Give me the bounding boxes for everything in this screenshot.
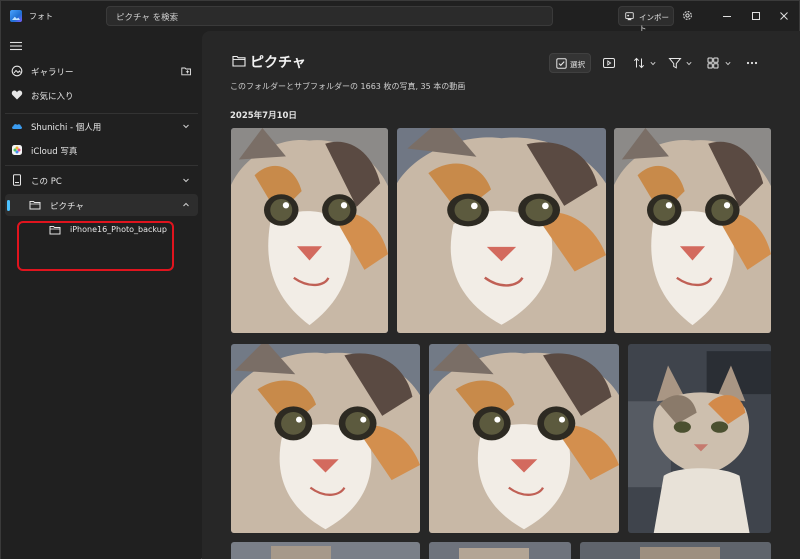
sidebar-item-this-pc[interactable]: この PC — [5, 169, 198, 191]
cat-photo — [231, 344, 420, 533]
sidebar-item-label: ピクチャ — [50, 202, 84, 212]
active-indicator — [7, 200, 10, 211]
hamburger-menu-icon[interactable] — [10, 41, 22, 51]
chevron-down-icon[interactable] — [650, 61, 656, 66]
photo-thumbnail[interactable] — [231, 344, 420, 533]
chevron-down-icon[interactable] — [182, 176, 190, 184]
photo-thumbnail[interactable] — [397, 128, 606, 333]
cat-photo — [429, 542, 571, 559]
icloud-icon — [12, 145, 22, 155]
onedrive-icon — [12, 124, 22, 129]
sidebar-divider — [5, 165, 198, 166]
search-placeholder: ピクチャ を検索 — [116, 13, 179, 23]
sidebar-item-onedrive[interactable]: Shunichi - 個人用 — [5, 115, 198, 137]
sidebar-item-label: この PC — [31, 177, 62, 187]
import-button[interactable]: インポート — [618, 6, 674, 33]
pc-icon — [13, 174, 21, 186]
maximize-icon[interactable] — [748, 8, 764, 24]
photo-thumbnail[interactable] — [614, 128, 771, 333]
sort-icon[interactable] — [632, 56, 646, 70]
photo-thumbnail[interactable] — [429, 344, 619, 533]
photo-thumbnail[interactable] — [231, 542, 420, 559]
photos-app-icon — [10, 10, 22, 22]
sidebar-item-label: iCloud 写真 — [31, 147, 78, 157]
cat-photo — [231, 128, 388, 333]
import-icon — [625, 12, 634, 21]
sidebar-item-label: Shunichi - 個人用 — [31, 123, 102, 133]
sidebar-item-label: お気に入り — [31, 92, 74, 102]
photo-thumbnail[interactable] — [231, 128, 388, 333]
checkbox-icon — [556, 58, 567, 69]
cat-photo — [614, 128, 771, 333]
sidebar: ギャラリー お気に入り Shunichi - 個人用 iCloud 写真 この … — [1, 31, 201, 559]
close-icon[interactable] — [776, 8, 792, 24]
sidebar-item-pictures[interactable]: ピクチャ — [5, 194, 198, 216]
sidebar-divider — [5, 113, 198, 114]
sidebar-item-icloud[interactable]: iCloud 写真 — [5, 139, 198, 161]
title-bar: フォト ピクチャ を検索 インポート — [1, 1, 799, 33]
filter-icon[interactable] — [668, 56, 682, 70]
date-group-heading: 2025年7月10日 — [230, 111, 297, 121]
photo-thumbnail[interactable] — [628, 344, 771, 533]
page-title: ピクチャ — [250, 55, 306, 71]
cat-photo — [580, 542, 771, 559]
photos-window: フォト ピクチャ を検索 インポート ギャラリー お気に入り Shunichi … — [0, 0, 800, 559]
chevron-up-icon[interactable] — [182, 201, 190, 209]
select-button[interactable]: 選択 — [549, 53, 591, 73]
slideshow-icon[interactable] — [602, 56, 616, 70]
chevron-down-icon[interactable] — [725, 61, 731, 66]
cat-photo — [429, 344, 619, 533]
photo-thumbnail[interactable] — [429, 542, 571, 559]
gear-icon[interactable] — [681, 9, 694, 22]
cat-photo — [628, 344, 771, 533]
cat-photo — [397, 128, 606, 333]
chevron-down-icon[interactable] — [182, 122, 190, 130]
view-layout-icon[interactable] — [706, 56, 720, 70]
select-label: 選択 — [570, 60, 585, 69]
cat-photo — [231, 542, 420, 559]
chevron-down-icon[interactable] — [686, 61, 692, 66]
folder-summary: このフォルダーとサブフォルダーの 1663 枚の写真, 35 本の動画 — [230, 82, 466, 91]
search-input[interactable]: ピクチャ を検索 — [106, 6, 553, 26]
more-options-icon[interactable] — [745, 56, 759, 70]
gallery-icon — [11, 65, 23, 77]
minimize-icon[interactable] — [719, 8, 735, 24]
main-content: ピクチャ このフォルダーとサブフォルダーの 1663 枚の写真, 35 本の動画… — [202, 31, 800, 559]
sidebar-item-gallery[interactable]: ギャラリー — [5, 60, 198, 82]
app-title: フォト — [29, 12, 53, 21]
sidebar-item-label: ギャラリー — [31, 68, 74, 78]
sidebar-item-favorites[interactable]: お気に入り — [5, 84, 198, 106]
folder-icon — [29, 201, 41, 210]
heart-icon — [11, 90, 23, 100]
folder-icon — [232, 55, 246, 67]
photo-thumbnail[interactable] — [580, 542, 771, 559]
highlight-annotation — [17, 221, 174, 271]
add-folder-icon[interactable] — [181, 66, 192, 76]
